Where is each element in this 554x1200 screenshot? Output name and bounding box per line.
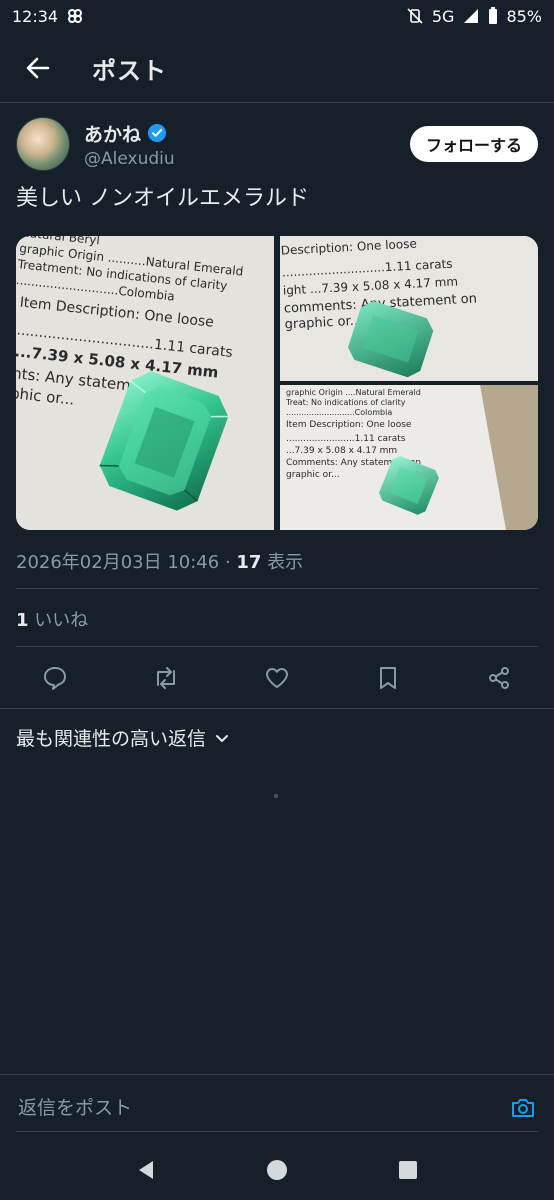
like-icon[interactable] xyxy=(262,663,292,693)
reply-icon[interactable] xyxy=(40,663,70,693)
post-actions xyxy=(16,650,538,706)
header-divider xyxy=(0,102,554,103)
paper-line: ...7.39 x 5.08 x 4.17 mm xyxy=(286,446,397,456)
author-names: あかね @Alexudiu xyxy=(84,120,175,169)
paper-line: ........................1.11 carats xyxy=(286,434,406,444)
likes-divider xyxy=(16,646,538,647)
post-meta: 2026年02月03日 10:46 · 17 表示 xyxy=(16,548,303,574)
share-icon[interactable] xyxy=(484,663,514,693)
views-count: 17 xyxy=(236,552,262,573)
author-display-name[interactable]: あかね xyxy=(84,120,141,147)
paper-line: Item Description: One loose xyxy=(286,420,412,430)
vibrate-mute-icon xyxy=(406,7,424,25)
media-image-1[interactable]: Natural Beryl graphic Origin ..........N… xyxy=(16,236,274,530)
paper-line: graphic or... xyxy=(286,470,340,480)
status-bar: 12:34 5G 85% xyxy=(0,0,554,32)
nav-home-icon[interactable] xyxy=(257,1150,297,1190)
paper-line: ...........................Colombia xyxy=(286,408,392,417)
nav-recents-icon[interactable] xyxy=(388,1150,428,1190)
status-network: 5G xyxy=(431,6,455,26)
post-text: 美しい ノンオイルエメラルド xyxy=(16,186,309,211)
avatar[interactable] xyxy=(16,117,70,171)
likes-count: 1 xyxy=(16,610,29,631)
meta-divider xyxy=(16,588,538,589)
likes-summary[interactable]: 1 いいね xyxy=(16,606,88,632)
app-header: ポスト xyxy=(0,34,554,102)
page-title: ポスト xyxy=(92,56,167,85)
status-time: 12:34 xyxy=(12,6,59,26)
reply-sort-label: 最も関連性の高い返信 xyxy=(16,728,207,750)
likes-label: いいね xyxy=(28,610,89,631)
paper-line: graphic Origin ....Natural Emerald xyxy=(286,388,421,397)
post-author: あかね @Alexudiu フォローする xyxy=(16,116,538,172)
reply-input[interactable] xyxy=(16,1087,490,1129)
media-image-2[interactable]: Description: One loose .................… xyxy=(280,236,538,381)
reply-bar xyxy=(0,1074,554,1140)
paper-line: Treat: No indications of clarity xyxy=(285,398,406,407)
reply-sort-selector[interactable]: 最も関連性の高い返信 xyxy=(16,724,230,751)
post-media-grid: Natural Beryl graphic Origin ..........N… xyxy=(16,236,538,530)
bookmark-icon[interactable] xyxy=(373,663,403,693)
chevron-down-icon xyxy=(214,730,230,746)
camera-icon[interactable] xyxy=(508,1093,538,1123)
system-nav-bar xyxy=(0,1140,554,1200)
views-label: 表示 xyxy=(261,552,304,573)
status-battery: 85% xyxy=(506,6,542,26)
pinwheel-icon xyxy=(66,7,84,25)
reply-underline xyxy=(16,1131,538,1132)
meta-separator: · xyxy=(219,552,237,573)
loading-indicator xyxy=(274,794,278,798)
post-timestamp: 2026年02月03日 10:46 xyxy=(16,552,220,573)
verified-badge-icon xyxy=(147,123,167,143)
actions-divider xyxy=(0,708,554,709)
battery-icon xyxy=(488,7,498,25)
author-handle[interactable]: @Alexudiu xyxy=(84,149,175,169)
retweet-icon[interactable] xyxy=(151,663,181,693)
nav-back-icon[interactable] xyxy=(126,1150,166,1190)
media-image-3[interactable]: graphic Origin ....Natural Emerald Treat… xyxy=(280,385,538,530)
follow-button[interactable]: フォローする xyxy=(409,126,538,162)
back-arrow-icon[interactable] xyxy=(20,50,56,86)
signal-icon xyxy=(462,7,480,25)
